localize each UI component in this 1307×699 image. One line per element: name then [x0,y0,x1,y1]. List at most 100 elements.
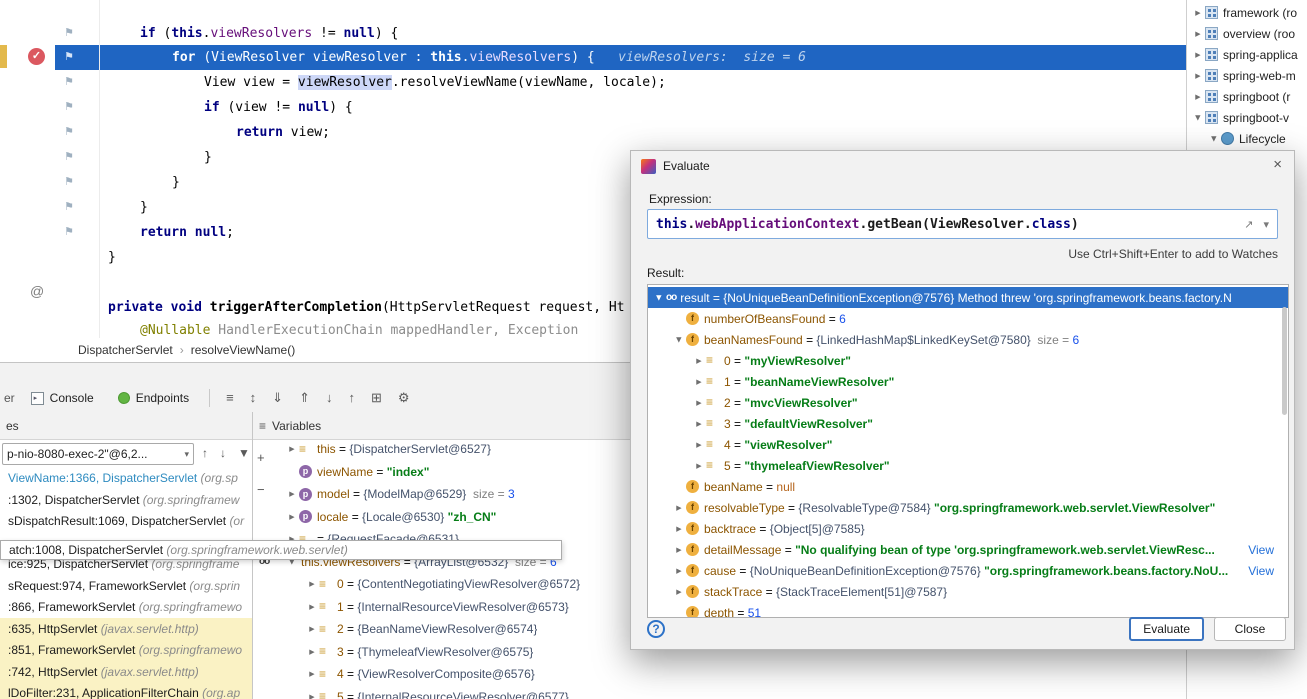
chevron-right-icon[interactable]: ▶ [692,357,706,365]
view-link[interactable]: View [1248,564,1274,578]
bookmark-icon[interactable]: ⚑ [62,149,76,165]
move-up-icon[interactable]: ↑ [348,390,355,406]
result-row[interactable]: ▶fdepth = 51 [648,602,1288,618]
code-line[interactable]: for (ViewResolver viewResolver : this.vi… [172,45,806,70]
stack-frame[interactable]: lDoFilter:231, ApplicationFilterChain (o… [0,683,253,699]
bookmark-icon[interactable]: ⚑ [62,199,76,215]
expression-input[interactable]: this.webApplicationContext.getBean(ViewR… [647,209,1278,239]
close-button[interactable]: Close [1214,617,1286,641]
result-row[interactable]: ▶fnumberOfBeansFound = 6 [648,308,1288,329]
result-row[interactable]: ▶≡3 = "defaultViewResolver" [648,413,1288,434]
code-line[interactable]: return view; [236,120,330,145]
tab-endpoints[interactable]: Endpoints [106,384,201,412]
settings-icon[interactable]: ⚙ [398,390,410,406]
frames-panel[interactable]: es p-nio-8080-exec-2"@6,2... ▾ ↑↓▼ ViewN… [0,412,253,699]
help-icon[interactable]: ? [647,620,665,638]
chevron-right-icon[interactable]: ▶ [692,420,706,428]
soft-wrap-icon[interactable]: ↕ [250,390,257,406]
chevron-right-icon[interactable]: ▶ [285,445,299,453]
chevron-right-icon[interactable]: ▶ [285,513,299,521]
filter-frames-icon[interactable]: ▼ [238,446,250,460]
chevron-down-icon[interactable]: ▶ [1194,111,1202,125]
code-line[interactable]: if (view != null) { [204,95,353,120]
chevron-right-icon[interactable]: ▶ [672,588,686,596]
menu-icon[interactable]: ≡ [226,390,234,406]
stack-frame[interactable]: atch:1008, DispatcherServlet (org.spring… [0,540,562,560]
dialog-titlebar[interactable]: Evaluate × [631,151,1294,181]
project-tree-item[interactable]: ▶Lifecycle [1187,128,1307,149]
stack-frame[interactable]: :742, HttpServlet (javax.servlet.http) [0,662,253,683]
chevron-down-icon[interactable]: ▶ [655,291,663,305]
code-line[interactable]: View view = viewResolver.resolveViewName… [204,70,666,95]
result-row[interactable]: ▶fstackTrace = {StackTraceElement[51]@75… [648,581,1288,602]
menu-icon[interactable]: ≡ [259,419,266,433]
expression-value[interactable]: this.webApplicationContext.getBean(ViewR… [656,217,1079,232]
result-scrollbar[interactable] [1281,285,1288,617]
result-tree[interactable]: ▶ooresult = {NoUniqueBeanDefinitionExcep… [647,284,1289,618]
expand-icon[interactable]: ↗ [1244,218,1253,231]
chevron-right-icon[interactable]: ▶ [1191,9,1205,17]
project-tree-item[interactable]: ▶spring-web-m [1187,65,1307,86]
chevron-right-icon[interactable]: ▶ [692,441,706,449]
scroll-to-end-icon[interactable]: ⇓ [272,390,283,406]
chevron-right-icon[interactable]: ▶ [672,567,686,575]
evaluate-button[interactable]: Evaluate [1129,617,1204,641]
chevron-right-icon[interactable]: ▶ [1191,93,1205,101]
stack-frame[interactable]: :866, FrameworkServlet (org.springframew… [0,597,253,618]
remove-watch-icon[interactable]: − [257,482,265,497]
code-line[interactable]: if (this.viewResolvers != null) { [140,21,398,46]
code-line[interactable]: } [204,145,212,170]
chevron-down-icon[interactable]: ▶ [1210,132,1218,146]
chevron-right-icon[interactable]: ▶ [305,580,319,588]
result-row[interactable]: ▶ooresult = {NoUniqueBeanDefinitionExcep… [648,287,1288,308]
result-row[interactable]: ▶≡2 = "mvcViewResolver" [648,392,1288,413]
tab-fragment[interactable]: er [0,391,19,405]
chevron-right-icon[interactable]: ▶ [305,670,319,678]
project-tree-item[interactable]: ▶framework (ro [1187,2,1307,23]
stack-frame[interactable]: sDispatchResult:1069, DispatcherServlet … [0,511,253,532]
project-tree-item[interactable]: ▶springboot (r [1187,86,1307,107]
chevron-right-icon[interactable]: ▶ [305,625,319,633]
bookmark-icon[interactable]: ⚑ [62,74,76,90]
history-dropdown-icon[interactable]: ▾ [1263,218,1269,231]
result-row[interactable]: ▶fcause = {NoUniqueBeanDefinitionExcepti… [648,560,1288,581]
stack-frame[interactable]: :635, HttpServlet (javax.servlet.http) [0,619,253,640]
project-tree-item[interactable]: ▶springboot-v [1187,107,1307,128]
result-row[interactable]: ▶fdetailMessage = "No qualifying bean of… [648,539,1288,560]
chevron-right-icon[interactable]: ▶ [1191,30,1205,38]
add-watch-icon[interactable]: + [257,450,265,465]
bookmark-icon[interactable]: ⚑ [62,25,76,41]
code-line[interactable]: private void triggerAfterCompletion(Http… [108,295,625,320]
result-row[interactable]: ▶≡0 = "myViewResolver" [648,350,1288,371]
chevron-right-icon[interactable]: ▶ [1191,51,1205,59]
chevron-right-icon[interactable]: ▶ [1191,72,1205,80]
variable-row[interactable]: ▶≡5 = {InternalResourceViewResolver@6577… [281,686,1307,699]
previous-frame-icon[interactable]: ↑ [202,446,208,460]
tab-console[interactable]: ▸ Console [19,384,106,412]
move-down-icon[interactable]: ↓ [326,390,333,406]
chevron-right-icon[interactable]: ▶ [672,546,686,554]
view-link[interactable]: View [1248,543,1274,557]
breadcrumb-method[interactable]: resolveViewName() [191,343,295,357]
scrollbar-thumb[interactable] [1282,307,1287,415]
project-tree-item[interactable]: ▶spring-applica [1187,44,1307,65]
thread-selector[interactable]: p-nio-8080-exec-2"@6,2... ▾ [2,443,194,465]
layout-grid-icon[interactable]: ⊞ [371,390,382,406]
variable-row[interactable]: ▶≡4 = {ViewResolverComposite@6576} [281,663,1307,685]
code-line[interactable]: @Nullable HandlerExecutionChain mappedHa… [140,318,586,338]
result-row[interactable]: ▶≡1 = "beanNameViewResolver" [648,371,1288,392]
chevron-right-icon[interactable]: ▶ [692,378,706,386]
code-line[interactable]: } [140,195,148,220]
bookmark-icon[interactable]: ⚑ [62,174,76,190]
chevron-right-icon[interactable]: ▶ [285,490,299,498]
code-line[interactable]: } [108,245,116,270]
close-icon[interactable]: × [1273,157,1282,173]
breadcrumb-class[interactable]: DispatcherServlet [78,343,173,357]
result-row[interactable]: ▶fbeanName = null [648,476,1288,497]
next-frame-icon[interactable]: ↓ [220,446,226,460]
stack-frame[interactable]: ViewName:1366, DispatcherServlet (org.sp [0,468,253,489]
result-row[interactable]: ▶≡4 = "viewResolver" [648,434,1288,455]
chevron-right-icon[interactable]: ▶ [305,648,319,656]
result-row[interactable]: ▶≡5 = "thymeleafViewResolver" [648,455,1288,476]
chevron-down-icon[interactable]: ▶ [675,333,683,347]
